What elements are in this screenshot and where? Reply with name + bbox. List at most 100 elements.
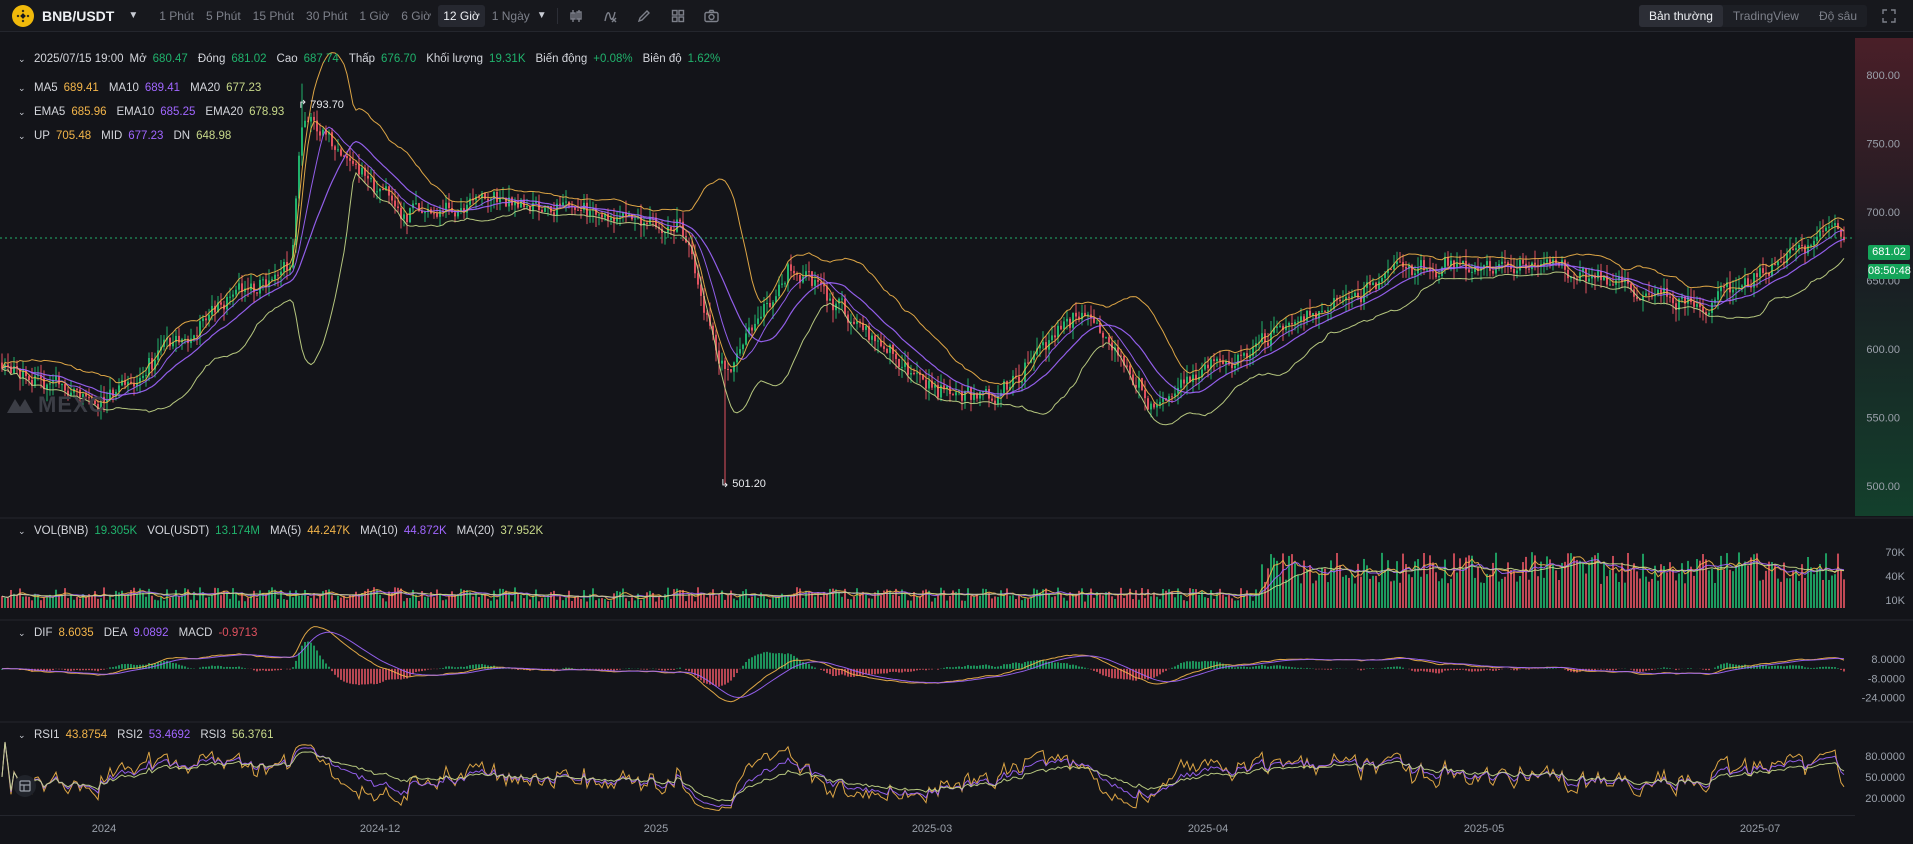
candle-body (910, 373, 912, 375)
candle-body (901, 366, 903, 368)
macd-histogram-bar (1666, 667, 1668, 669)
volume-bar (667, 587, 669, 608)
volume-bar (97, 598, 99, 608)
candle-body (193, 335, 195, 339)
volume-bar (826, 594, 828, 608)
interval-tab[interactable]: 1 Phút (154, 5, 199, 27)
candle-body (1051, 335, 1053, 341)
macd-histogram-bar (49, 668, 51, 671)
volume-bar (1672, 568, 1674, 608)
price-chart[interactable]: 800.00750.00700.00650.00600.00550.00500.… (0, 32, 1913, 844)
macd-histogram-bar (667, 668, 669, 671)
macd-histogram-bar (997, 666, 999, 669)
symbol-name[interactable]: BNB/USDT (42, 8, 114, 24)
macd-histogram-bar (1792, 665, 1794, 669)
volume-bar (622, 588, 624, 608)
volume-bar (1603, 561, 1605, 608)
volume-bar (1195, 589, 1197, 608)
view-mode-tab[interactable]: Bản thường (1638, 5, 1723, 27)
chevron-down-icon[interactable]: ⌄ (18, 54, 28, 65)
candle-body (1426, 269, 1428, 271)
candle-body (1795, 248, 1797, 250)
interval-tab[interactable]: 1 Ngày (487, 5, 535, 27)
volume-bar (1204, 597, 1206, 608)
macd-histogram-bar (778, 653, 780, 669)
candle-body (301, 127, 303, 156)
macd-histogram-bar (211, 665, 213, 669)
volume-bar (694, 601, 696, 608)
volume-bar (1843, 579, 1845, 608)
volume-bar (1219, 588, 1221, 608)
macd-histogram-bar (1117, 668, 1119, 679)
candle-body (337, 149, 339, 151)
layout-grid-icon[interactable] (670, 8, 686, 24)
candle-body (1756, 273, 1758, 277)
macd-histogram-bar (172, 662, 174, 669)
view-mode-tab[interactable]: TradingView (1723, 5, 1809, 27)
chart-tools (568, 8, 720, 24)
macd-histogram-bar (1000, 665, 1002, 669)
macd-histogram-bar (349, 668, 351, 684)
chevron-down-icon[interactable]: ⌄ (18, 730, 28, 741)
chevron-down-icon[interactable]: ▼ (128, 10, 138, 21)
macd-histogram-bar (1102, 668, 1104, 676)
vol-line: ⌄ VOL(BNB) 19.305K VOL(USDT) 13.174M MA(5)… (18, 525, 547, 537)
volume-bar (160, 596, 162, 608)
interval-tab[interactable]: 1 Giờ (354, 5, 394, 27)
boll-lower-line (1, 171, 1845, 426)
macd-histogram-bar (1783, 666, 1785, 669)
volume-bar (343, 595, 345, 608)
volume-bar (1396, 561, 1398, 608)
volume-bar (577, 595, 579, 608)
volume-bar (949, 596, 951, 608)
volume-bar (1723, 569, 1725, 608)
volume-bar (1336, 553, 1338, 608)
candle-body (367, 175, 369, 179)
settings-shortcut-icon[interactable] (14, 775, 36, 797)
chevron-down-icon[interactable]: ⌄ (18, 526, 28, 537)
macd-histogram-bar (58, 668, 60, 670)
volume-bar (820, 596, 822, 608)
interval-tab[interactable]: 15 Phút (248, 5, 299, 27)
interval-tab[interactable]: 30 Phút (301, 5, 352, 27)
volume-bar (40, 600, 42, 608)
chevron-down-icon[interactable]: ⌄ (18, 83, 28, 94)
volume-bar (943, 590, 945, 608)
candle-body (1057, 325, 1059, 338)
volume-bar (1696, 559, 1698, 608)
interval-tab[interactable]: 12 Giờ (438, 4, 485, 27)
volume-bar (439, 593, 441, 608)
fullscreen-icon[interactable] (1881, 8, 1897, 24)
chevron-down-icon[interactable]: ⌄ (18, 107, 28, 118)
volume-bar (514, 587, 516, 608)
candle-body (1006, 381, 1008, 390)
chevron-down-icon[interactable]: ⌄ (18, 131, 28, 142)
interval-tab[interactable]: 6 Giờ (396, 5, 436, 27)
volume-bar (562, 600, 564, 608)
view-mode-tab[interactable]: Độ sâu (1809, 5, 1867, 27)
draw-pencil-icon[interactable] (636, 8, 652, 24)
interval-dropdown-icon[interactable]: ▼ (537, 10, 547, 21)
indicator-icon[interactable] (602, 8, 618, 24)
volume-bar (541, 598, 543, 608)
candle-body (1207, 364, 1209, 369)
interval-tab[interactable]: 5 Phút (201, 5, 246, 27)
macd-histogram-bar (1108, 668, 1110, 678)
candle-body (220, 302, 222, 305)
candle-type-icon[interactable] (568, 8, 584, 24)
macd-histogram-bar (1057, 662, 1059, 669)
volume-bar (1537, 576, 1539, 608)
macd-histogram-bar (964, 666, 966, 669)
volume-bar (1168, 589, 1170, 608)
camera-icon[interactable] (704, 8, 720, 24)
candle-body (1327, 310, 1329, 312)
symbol-selector[interactable]: BNB/USDT ▼ (0, 4, 138, 27)
volume-bar (1798, 581, 1800, 608)
macd-histogram-bar (1651, 668, 1653, 670)
macd-histogram-bar (1459, 668, 1461, 670)
chevron-down-icon[interactable]: ⌄ (18, 628, 28, 639)
volume-bar (748, 598, 750, 608)
candle-body (1234, 365, 1236, 369)
macd-histogram-bar (1300, 667, 1302, 669)
volume-bar (181, 596, 183, 608)
